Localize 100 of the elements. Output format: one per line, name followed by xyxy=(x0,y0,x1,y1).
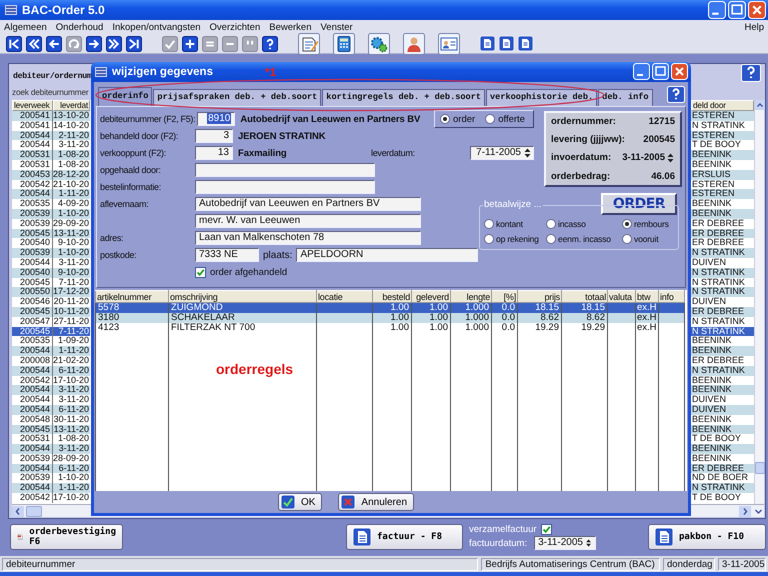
list-row[interactable]: 200544 6-11-20 xyxy=(12,404,90,415)
spin-arrows-icon[interactable] xyxy=(584,537,592,549)
scroll-up-icon[interactable] xyxy=(755,100,765,110)
minimize-button[interactable] xyxy=(633,63,650,80)
column-header[interactable]: lengte xyxy=(450,290,492,303)
list-row[interactable]: BEENINK xyxy=(691,444,754,454)
date-field[interactable]: 3-11-2005 xyxy=(534,536,596,550)
column-header[interactable]: omschrijving xyxy=(168,290,316,303)
list-row[interactable]: 200544 6-11-20 xyxy=(12,464,90,474)
list-row[interactable]: BEENINK xyxy=(691,385,754,396)
calculator-icon[interactable] xyxy=(333,32,355,54)
radio-button[interactable] xyxy=(484,218,494,229)
checkbox[interactable] xyxy=(195,266,206,278)
list-row[interactable]: 200539 1-10-20 xyxy=(12,248,90,258)
list-row[interactable]: 200544 3-11-20 xyxy=(12,385,90,396)
list-row[interactable]: N STRATINK xyxy=(691,287,754,298)
input-field[interactable]: APELDOORN xyxy=(296,248,478,262)
input-field[interactable] xyxy=(195,163,375,178)
column-header[interactable]: deld door xyxy=(691,100,754,111)
document-icon[interactable] xyxy=(298,32,320,54)
input-field[interactable]: Laan van Malkenschoten 78 xyxy=(195,231,421,246)
scroll-left-icon[interactable] xyxy=(12,506,24,516)
maximize-button[interactable] xyxy=(728,1,746,19)
scroll-thumb[interactable] xyxy=(755,462,765,474)
list-row[interactable]: BEENINK xyxy=(691,346,754,356)
list-row[interactable]: 200550 17-12-20 xyxy=(12,287,90,298)
table-row[interactable]: 5578 ZUIGMOND 1.00 1.00 1.000 0.0 18.15 18.15 ex.H xyxy=(96,302,684,314)
list-row[interactable]: ER DEBREE xyxy=(691,464,754,474)
column-header[interactable]: besteld xyxy=(372,290,412,303)
column-header[interactable]: leverweek xyxy=(12,100,53,111)
gears-icon[interactable] xyxy=(368,32,390,54)
bar-arrow-left-icon[interactable] xyxy=(6,36,22,52)
minimize-button[interactable] xyxy=(708,1,726,19)
list-row[interactable]: ER DEBREE xyxy=(691,306,754,317)
table-row[interactable]: 3180 SCHAKELAAR 1.00 1.00 1.000 0.0 8.62 8.62 ex.H xyxy=(96,313,684,324)
help-button[interactable] xyxy=(667,86,685,104)
list-row[interactable]: 200539 1-10-20 xyxy=(12,208,90,219)
arrow-bar-right-icon[interactable] xyxy=(126,36,142,52)
document-icon[interactable] xyxy=(480,36,495,51)
document-icon[interactable] xyxy=(499,36,514,51)
menu-item[interactable]: Onderhoud xyxy=(56,22,104,32)
input-field[interactable]: Autobedrijf van Leeuwen en Partners BV xyxy=(195,197,421,212)
input-field[interactable]: mevr. W. van Leeuwen xyxy=(195,214,421,228)
column-header[interactable]: [%] xyxy=(492,290,518,303)
input-field[interactable]: 8910 xyxy=(197,112,236,126)
radio-button[interactable] xyxy=(622,218,632,229)
list-row[interactable]: 200540 9-10-20 xyxy=(12,268,90,278)
list-row[interactable]: 200544 2-11-20 xyxy=(12,130,90,140)
tab[interactable]: deb. info xyxy=(598,88,653,106)
spin-arrows-icon[interactable] xyxy=(666,152,675,164)
list-row[interactable]: 200544 3-11-20 xyxy=(12,444,90,454)
list-row[interactable]: N STRATINK xyxy=(691,268,754,278)
radio-button[interactable] xyxy=(622,234,632,244)
radio-button[interactable] xyxy=(484,234,494,244)
column-header[interactable]: locatie xyxy=(316,290,372,303)
close-button[interactable] xyxy=(748,1,766,19)
list-row[interactable]: 200545 7-11-20 xyxy=(12,326,90,336)
list-row[interactable]: DUIVEN xyxy=(691,404,754,415)
menu-item[interactable]: Venster xyxy=(320,22,353,32)
menu-item[interactable]: Bewerken xyxy=(269,22,312,32)
list-row[interactable]: BEENINK xyxy=(691,208,754,219)
list-row[interactable]: N STRATINK xyxy=(691,483,754,494)
list-row[interactable]: 200545 13-11-20 xyxy=(12,424,90,434)
list-row[interactable]: ESTEREN xyxy=(691,130,754,140)
list-row[interactable]: 200544 1-11-20 xyxy=(12,346,90,356)
list-row[interactable]: 200453 28-12-20 xyxy=(12,170,90,180)
column-header[interactable]: totaal xyxy=(562,290,608,303)
action-button[interactable]: orderbevestiging F6 xyxy=(10,524,123,550)
person-icon[interactable] xyxy=(403,32,425,54)
dialog-button[interactable]: OK xyxy=(278,493,322,512)
tab[interactable]: prijsafspraken deb. + deb.soort xyxy=(153,88,322,106)
input-field[interactable]: 7333 NE xyxy=(195,248,259,262)
scroll-right-icon[interactable] xyxy=(739,506,751,516)
input-field[interactable] xyxy=(195,180,375,194)
column-header[interactable]: valuta xyxy=(608,290,636,303)
menu-item[interactable]: Overzichten xyxy=(210,22,260,32)
list-row[interactable]: ER DEBREE xyxy=(691,228,754,238)
radio-button[interactable] xyxy=(546,234,556,244)
help-button[interactable] xyxy=(741,64,761,82)
maximize-button[interactable] xyxy=(652,63,669,80)
spin-arrows-icon[interactable] xyxy=(523,147,532,160)
menu-item[interactable]: Help xyxy=(744,22,764,32)
column-header[interactable]: leverdat xyxy=(53,100,90,111)
list-row[interactable]: 200545 13-11-20 xyxy=(12,228,90,238)
menu-item[interactable]: Algemeen xyxy=(4,22,47,32)
tab[interactable]: verkoophistorie deb. xyxy=(486,88,598,106)
radio-button[interactable] xyxy=(546,218,556,229)
column-header[interactable]: prijs xyxy=(518,290,562,303)
help-icon[interactable] xyxy=(262,36,278,52)
list-row[interactable]: N STRATINK xyxy=(691,326,754,336)
person-card-icon[interactable] xyxy=(438,32,460,54)
radio-button[interactable] xyxy=(485,114,496,124)
list-row[interactable]: N STRATINK xyxy=(691,366,754,376)
list-row[interactable]: 200541 13-10-20 xyxy=(12,111,90,121)
arrow-right-icon[interactable] xyxy=(86,36,102,52)
dialog-button[interactable]: Annuleren xyxy=(338,493,414,512)
double-arrow-right-icon[interactable] xyxy=(106,36,122,52)
action-button[interactable]: factuur - F8 xyxy=(346,524,463,550)
radio-button[interactable] xyxy=(440,114,450,124)
column-header[interactable]: artikelnummer xyxy=(96,290,168,303)
